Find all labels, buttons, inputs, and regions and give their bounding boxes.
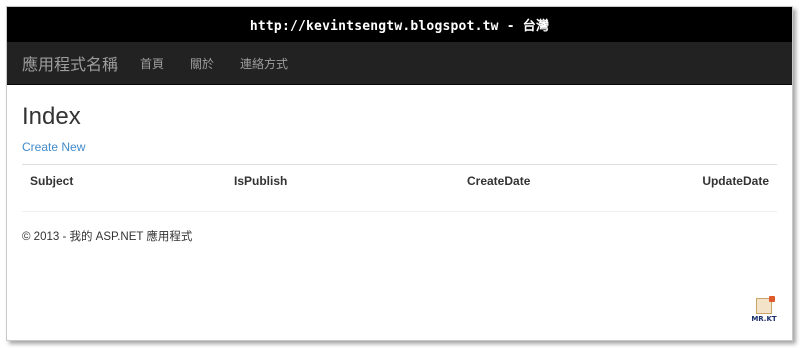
watermark-icon bbox=[756, 296, 775, 314]
footer-copyright: © 2013 - 我的 ASP.NET 應用程式 bbox=[22, 231, 193, 243]
navbar-brand[interactable]: 應用程式名稱 bbox=[22, 51, 118, 75]
column-header-ispublish: IsPublish bbox=[226, 164, 459, 197]
column-header-subject: Subject bbox=[22, 164, 226, 197]
watermark-text: MR.KT bbox=[751, 315, 777, 323]
data-table: Subject IsPublish CreateDate UpdateDate bbox=[22, 164, 777, 197]
create-new-link[interactable]: Create New bbox=[22, 140, 777, 155]
top-navbar: 應用程式名稱 首頁 關於 連絡方式 bbox=[7, 42, 792, 85]
url-banner-text: http://kevintsengtw.blogspot.tw - 台灣 bbox=[249, 19, 550, 34]
column-header-createdate: CreateDate bbox=[459, 164, 615, 197]
footer-divider bbox=[22, 211, 777, 212]
main-content: Index Create New Subject IsPublish Creat… bbox=[7, 103, 792, 244]
nav-link-contact[interactable]: 連絡方式 bbox=[240, 55, 288, 72]
browser-frame: http://kevintsengtw.blogspot.tw - 台灣 應用程… bbox=[6, 6, 793, 341]
url-banner: http://kevintsengtw.blogspot.tw - 台灣 bbox=[7, 7, 792, 42]
nav-link-home[interactable]: 首頁 bbox=[140, 55, 164, 72]
nav-link-about[interactable]: 關於 bbox=[190, 55, 214, 72]
watermark-logo: MR.KT bbox=[750, 296, 778, 328]
table-header-row: Subject IsPublish CreateDate UpdateDate bbox=[22, 164, 777, 197]
column-header-updatedate: UpdateDate bbox=[614, 164, 777, 197]
page-title: Index bbox=[22, 103, 81, 130]
